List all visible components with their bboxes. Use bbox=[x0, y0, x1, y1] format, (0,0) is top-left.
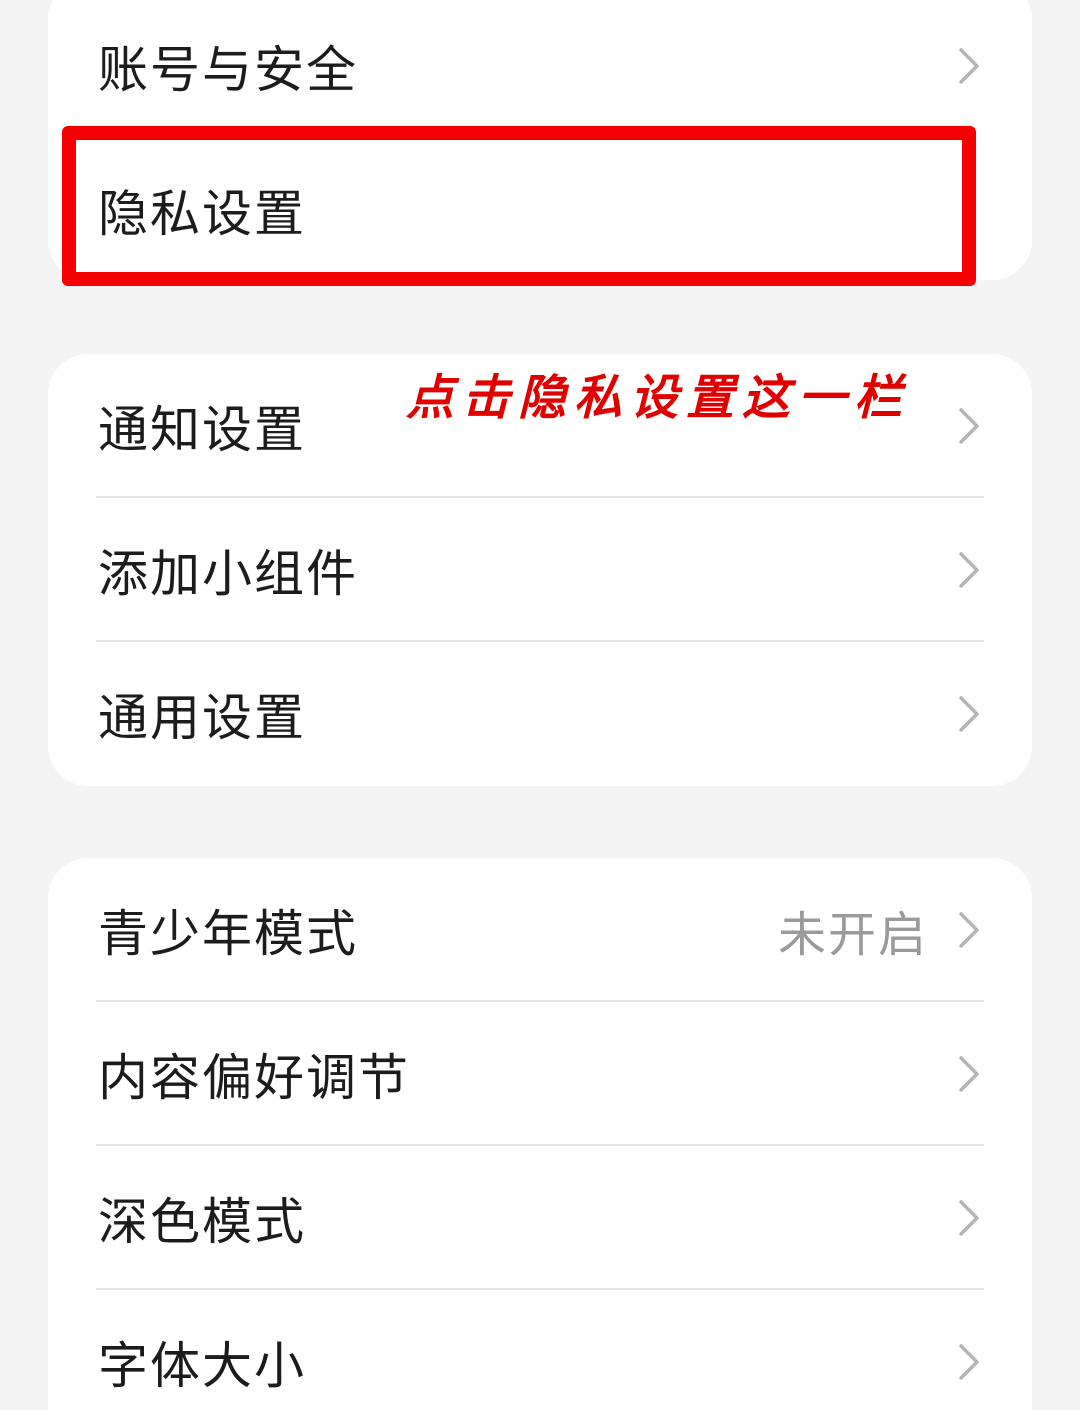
chevron-right-icon bbox=[956, 1198, 982, 1238]
chevron-right-icon bbox=[956, 406, 982, 446]
chevron-right-icon bbox=[956, 550, 982, 590]
settings-item-label: 青少年模式 bbox=[98, 905, 358, 963]
settings-item-add-widget[interactable]: 添加小组件 bbox=[48, 498, 1032, 642]
settings-item-label: 内容偏好调节 bbox=[98, 1049, 410, 1107]
settings-item-label: 隐私设置 bbox=[98, 185, 306, 243]
settings-item-account-security[interactable]: 账号与安全 bbox=[48, 0, 1032, 138]
chevron-right-icon bbox=[956, 1342, 982, 1382]
settings-item-general[interactable]: 通用设置 bbox=[48, 642, 1032, 786]
settings-item-label: 账号与安全 bbox=[98, 41, 358, 99]
annotation-text: 点击隐私设置这一栏 bbox=[406, 370, 911, 426]
settings-item-privacy[interactable]: 隐私设置 bbox=[48, 138, 1032, 282]
settings-group-display: 青少年模式 未开启 内容偏好调节 深色模式 字体大小 bbox=[48, 858, 1032, 1410]
settings-item-label: 深色模式 bbox=[98, 1193, 306, 1251]
teen-mode-status: 未开启 bbox=[777, 907, 928, 963]
chevron-right-icon bbox=[956, 46, 982, 86]
settings-group-account: 账号与安全 隐私设置 bbox=[48, 0, 1032, 280]
settings-item-dark-mode[interactable]: 深色模式 bbox=[48, 1146, 1032, 1290]
settings-item-label: 添加小组件 bbox=[98, 545, 358, 603]
settings-item-font-size[interactable]: 字体大小 bbox=[48, 1290, 1032, 1410]
settings-item-label: 字体大小 bbox=[98, 1337, 306, 1395]
settings-item-teen-mode[interactable]: 青少年模式 未开启 bbox=[48, 858, 1032, 1002]
chevron-right-icon bbox=[956, 1054, 982, 1094]
settings-item-content-preferences[interactable]: 内容偏好调节 bbox=[48, 1002, 1032, 1146]
chevron-right-icon bbox=[956, 694, 982, 734]
chevron-right-icon bbox=[956, 910, 982, 950]
settings-item-label: 通用设置 bbox=[98, 689, 306, 747]
settings-page: 账号与安全 隐私设置 通知设置 添加小组件 通用设置 青少年模式 未开启 内容偏… bbox=[0, 0, 1080, 1410]
